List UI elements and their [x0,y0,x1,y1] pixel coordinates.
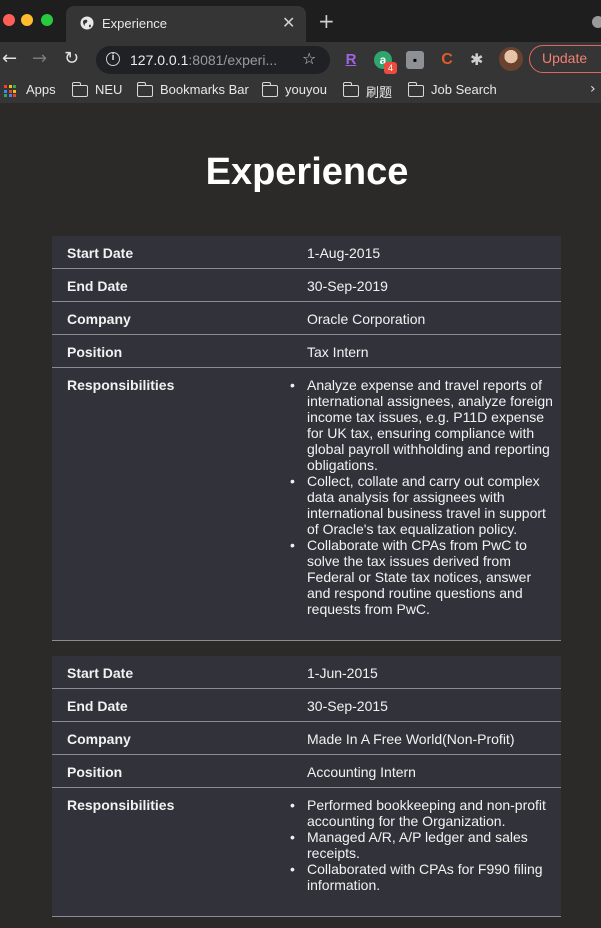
bookmark-shuati[interactable]: 刷题 [366,82,392,101]
back-arrow-icon[interactable]: ← [2,48,17,69]
table-row: Position Accounting Intern [52,755,561,788]
bookmark-apps[interactable]: Apps [26,82,56,97]
browser-tab[interactable]: Experience ✕ [66,6,306,42]
list-item: Analyze expense and travel reports of in… [290,377,557,473]
responsibilities-list: Performed bookkeeping and non-profit acc… [290,797,557,893]
position-value: Accounting Intern [307,764,416,780]
browser-toolbar: ← → ↻ i 127.0.0.1:8081/experi... ☆ R a 4… [0,42,601,78]
extension-c-icon[interactable]: C [438,51,456,69]
experience-table: Start Date 1-Aug-2015 End Date 30-Sep-20… [52,236,561,641]
end-date-value: 30-Sep-2015 [307,698,388,714]
bookmark-job-search[interactable]: Job Search [431,82,497,97]
end-date-value: 30-Sep-2019 [307,278,388,294]
list-item: Collaborated with CPAs for F990 filing i… [290,861,557,893]
reload-icon[interactable]: ↻ [64,48,79,69]
list-item: Performed bookkeeping and non-profit acc… [290,797,557,829]
list-item: Collect, collate and carry out complex d… [290,473,557,537]
bookmark-bookmarks-bar[interactable]: Bookmarks Bar [160,82,249,97]
table-row: Start Date 1-Aug-2015 [52,236,561,269]
company-value: Oracle Corporation [307,311,426,327]
table-row: Responsibilities Analyze expense and tra… [52,368,561,641]
window-maximize-button[interactable] [41,14,53,26]
close-icon[interactable]: ✕ [282,13,295,32]
list-item: Managed A/R, A/P ledger and sales receip… [290,829,557,861]
browser-tab-strip: Experience ✕ + [0,0,601,42]
page-title: Experience [205,151,409,193]
table-row: Position Tax Intern [52,335,561,368]
start-date-value: 1-Aug-2015 [307,245,381,261]
window-minimize-button[interactable] [21,14,33,26]
tab-search-button[interactable] [592,16,601,28]
list-item: Collaborate with CPAs from PwC to solve … [290,537,557,617]
tab-title: Experience [102,16,168,31]
bookmarks-bar: Apps NEU Bookmarks Bar youyou 刷题 Job Sea… [0,78,601,104]
forward-arrow-icon[interactable]: → [32,48,47,69]
start-date-value: 1-Jun-2015 [307,665,378,681]
table-row: Responsibilities Performed bookkeeping a… [52,788,561,917]
start-date-label: Start Date [67,665,134,681]
start-date-label: Start Date [67,245,134,261]
responsibilities-label: Responsibilities [67,377,175,393]
new-tab-button[interactable]: + [318,11,335,31]
position-label: Position [67,764,123,780]
address-bar[interactable]: i 127.0.0.1:8081/experi... ☆ [96,46,330,74]
folder-icon [261,82,278,97]
table-row: End Date 30-Sep-2019 [52,269,561,302]
bookmark-star-icon[interactable]: ☆ [302,49,316,68]
responsibilities-label: Responsibilities [67,797,175,813]
info-icon[interactable]: i [106,52,120,66]
experience-table: Start Date 1-Jun-2015 End Date 30-Sep-20… [52,656,561,917]
folder-icon [71,82,88,97]
extension-gray-icon[interactable]: ▪ [406,51,424,69]
company-value: Made In A Free World(Non-Profit) [307,731,515,747]
bookmark-youyou[interactable]: youyou [285,82,327,97]
bookmark-neu[interactable]: NEU [95,82,122,97]
extension-r-icon[interactable]: R [342,51,360,69]
url-text[interactable]: 127.0.0.1:8081/experi... [130,52,277,68]
folder-icon [342,82,359,97]
end-date-label: End Date [67,698,128,714]
table-row: End Date 30-Sep-2015 [52,689,561,722]
folder-icon [136,82,153,97]
responsibilities-list: Analyze expense and travel reports of in… [290,377,557,617]
company-label: Company [67,731,131,747]
chevron-right-icon[interactable]: › [590,81,596,97]
window-close-button[interactable] [3,14,15,26]
table-row: Start Date 1-Jun-2015 [52,656,561,689]
globe-icon [80,16,94,30]
folder-icon [407,82,424,97]
table-row: Company Made In A Free World(Non-Profit) [52,722,561,755]
extension-badge: 4 [384,62,397,74]
position-label: Position [67,344,123,360]
page-content: Experience Start Date 1-Aug-2015 End Dat… [0,105,601,928]
avatar[interactable] [499,47,523,71]
end-date-label: End Date [67,278,128,294]
update-button[interactable]: Update [529,45,601,73]
apps-grid-icon[interactable] [4,85,16,97]
position-value: Tax Intern [307,344,369,360]
puzzle-icon[interactable]: ✱ [470,50,483,69]
table-row: Company Oracle Corporation [52,302,561,335]
company-label: Company [67,311,131,327]
